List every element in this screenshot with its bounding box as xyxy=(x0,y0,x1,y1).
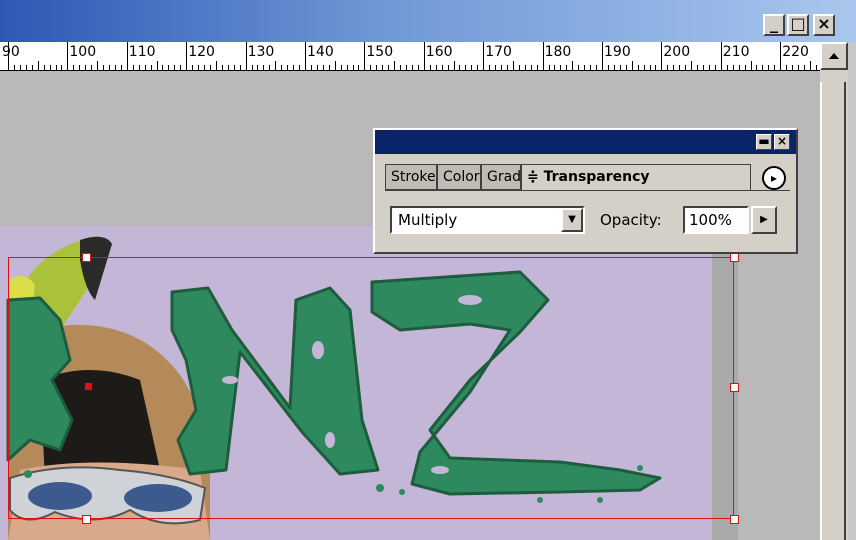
close-icon: × xyxy=(776,134,788,148)
dropdown-button[interactable]: ▼ xyxy=(561,208,583,232)
selection-handle-bottom-center[interactable] xyxy=(82,515,91,524)
flyout-menu-icon: ▸ xyxy=(770,171,778,185)
scrollbar-thumb[interactable] xyxy=(820,82,846,540)
transparency-palette: ▬ × Stroke Color Gradient ≑ Transparency… xyxy=(373,128,798,254)
tab-stroke[interactable]: Stroke xyxy=(385,164,437,190)
tab-divider xyxy=(385,190,790,191)
blend-mode-select[interactable]: Multiply ▼ xyxy=(390,206,585,234)
scroll-up-button[interactable] xyxy=(820,42,848,70)
opacity-slider-button[interactable]: ▶ xyxy=(751,206,777,234)
chevron-down-icon: ▼ xyxy=(568,214,576,225)
tab-toggle-icon: ≑ xyxy=(527,169,539,185)
blend-mode-value: Multiply xyxy=(398,211,458,229)
palette-title-bar[interactable] xyxy=(375,130,796,154)
palette-menu-button[interactable]: ▸ xyxy=(762,166,786,190)
tab-color[interactable]: Color xyxy=(437,164,481,190)
opacity-input[interactable]: 100% xyxy=(683,206,749,234)
selection-handle-middle-right[interactable] xyxy=(730,383,739,392)
selection-handle-top-center[interactable] xyxy=(82,253,91,262)
window-edge xyxy=(848,42,856,540)
selection-handle-bottom-right[interactable] xyxy=(730,515,739,524)
arrow-up-icon xyxy=(829,53,839,59)
tab-gradient[interactable]: Gradient xyxy=(481,164,521,190)
selection-bounding-box[interactable] xyxy=(8,257,734,519)
palette-close-button[interactable]: × xyxy=(774,134,790,150)
selection-center-point[interactable] xyxy=(85,383,92,390)
palette-minimize-button[interactable]: ▬ xyxy=(756,134,772,150)
tab-transparency[interactable]: ≑ Transparency xyxy=(521,164,751,190)
minimize-icon: ▬ xyxy=(758,134,770,148)
selection-handle-top-right[interactable] xyxy=(730,253,739,262)
arrow-right-icon: ▶ xyxy=(760,214,768,225)
opacity-label: Opacity: xyxy=(600,211,662,229)
palette-tabs: Stroke Color Gradient ≑ Transparency xyxy=(385,164,790,190)
